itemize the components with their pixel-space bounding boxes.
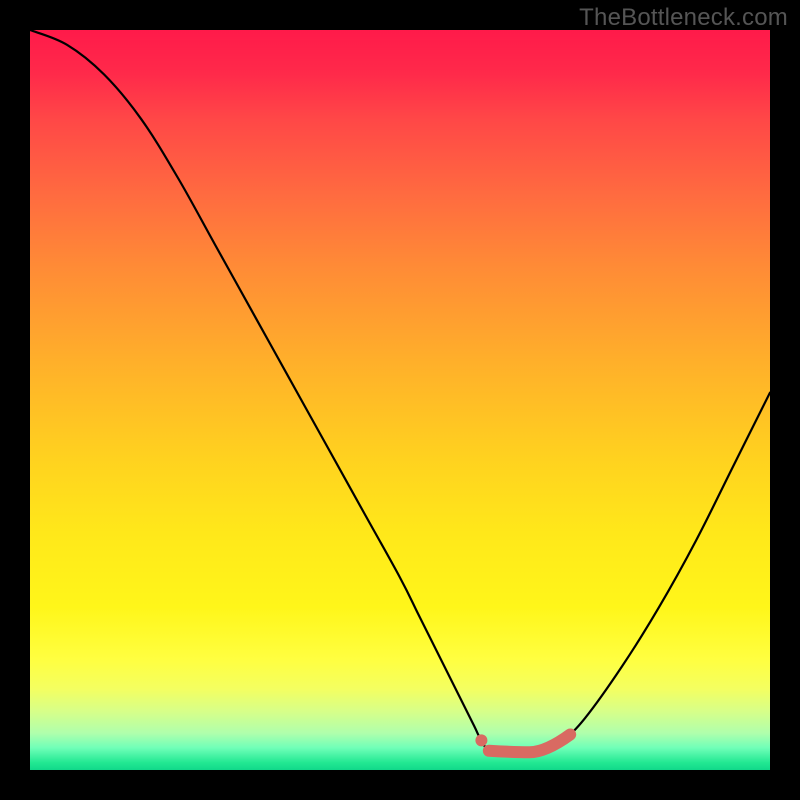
watermark-text: TheBottleneck.com — [579, 4, 788, 32]
curve-path — [30, 30, 770, 753]
chart-frame: TheBottleneck.com — [0, 0, 800, 800]
chart-svg — [30, 30, 770, 770]
plot-area — [30, 30, 770, 770]
marker-bar — [489, 734, 570, 752]
marker-group — [475, 734, 570, 752]
marker-dot — [475, 734, 487, 746]
